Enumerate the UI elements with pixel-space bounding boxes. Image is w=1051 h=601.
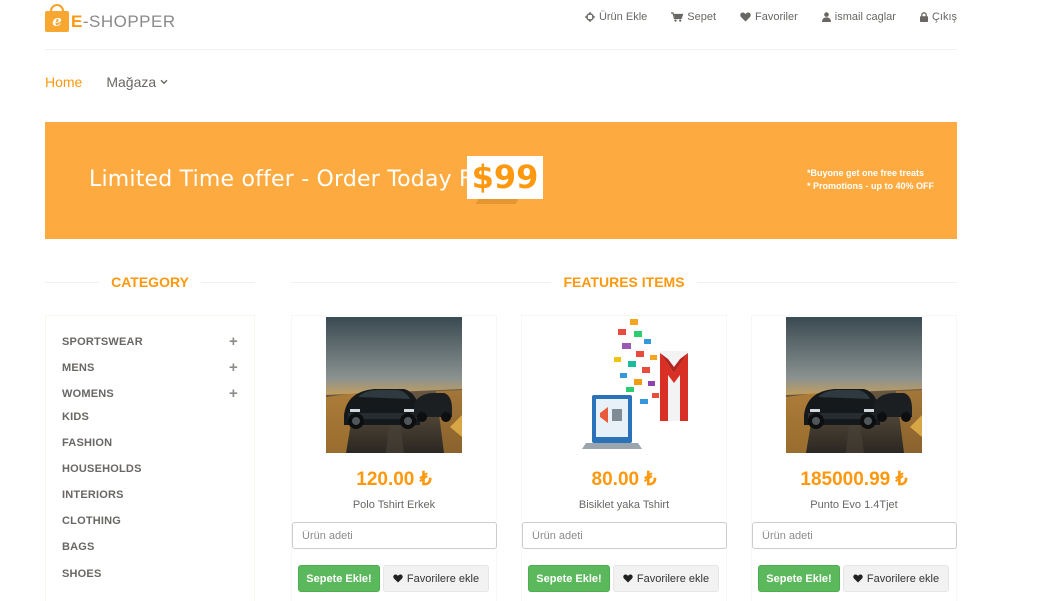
banner-note-2: * Promotions - up to 40% OFF xyxy=(807,181,935,191)
product-image-gmail[interactable] xyxy=(556,317,692,453)
plus-icon[interactable]: + xyxy=(229,385,238,402)
features-heading: FEATURES ITEMS xyxy=(291,272,958,292)
nav-shop-dropdown[interactable]: Mağaza xyxy=(106,74,168,90)
main-nav: Home Mağaza xyxy=(45,74,168,90)
menu-add-product[interactable]: Ürün Ekle xyxy=(584,11,648,23)
banner-price-tag: $99 xyxy=(467,156,543,199)
product-image-car[interactable] xyxy=(786,317,922,453)
menu-cart[interactable]: Sepet xyxy=(671,11,716,23)
category-item-mens[interactable]: MENS + xyxy=(62,359,238,376)
add-to-cart-button[interactable]: Sepete Ekle! xyxy=(528,565,610,592)
category-item-kids[interactable]: KIDS xyxy=(62,411,238,423)
product-price: 120.00 ₺ xyxy=(356,469,432,490)
favorites-label: Favorilere ekle xyxy=(866,572,940,585)
heart-icon xyxy=(740,12,751,22)
nav-shop-label: Mağaza xyxy=(106,74,157,90)
product-image-car[interactable] xyxy=(326,317,462,453)
header-top: e E-SHOPPER Ürün Ekle Sepet Favoriler is… xyxy=(45,0,957,50)
product-card: 120.00 ₺ Polo Tshirt Erkek Sepete Ekle! … xyxy=(291,315,497,601)
menu-logout[interactable]: Çıkış xyxy=(919,11,957,23)
category-label: HOUSEHOLDS xyxy=(62,463,142,475)
menu-favorites[interactable]: Favoriler xyxy=(740,11,798,23)
category-item-households[interactable]: HOUSEHOLDS xyxy=(62,463,238,475)
category-item-womens[interactable]: WOMENS + xyxy=(62,385,238,402)
product-price: 185000.99 ₺ xyxy=(800,469,908,490)
favorites-label: Favorilere ekle xyxy=(406,572,480,585)
favorites-label: Favorilere ekle xyxy=(636,572,710,585)
category-item-shoes[interactable]: SHOES xyxy=(62,568,238,580)
product-price: 80.00 ₺ xyxy=(591,469,657,490)
category-list: SPORTSWEAR + MENS + WOMENS + KIDS FASHION H… xyxy=(45,315,255,601)
nav-home[interactable]: Home xyxy=(45,74,82,90)
category-label: FASHION xyxy=(62,437,113,449)
category-item-bags[interactable]: BAGS xyxy=(62,541,238,553)
add-to-favorites-button[interactable]: Favorilere ekle xyxy=(613,565,719,592)
category-label: MENS xyxy=(62,361,95,374)
category-heading: CATEGORY xyxy=(45,272,255,292)
heart-icon xyxy=(393,574,403,583)
category-item-clothing[interactable]: CLOTHING xyxy=(62,515,238,527)
lock-icon xyxy=(919,12,928,22)
menu-favorites-label: Favoriler xyxy=(755,11,798,23)
add-to-favorites-button[interactable]: Favorilere ekle xyxy=(843,565,949,592)
category-label: KIDS xyxy=(62,411,90,423)
category-label: INTERIORS xyxy=(62,489,124,501)
shop-menu: Ürün Ekle Sepet Favoriler ismail caglar … xyxy=(561,11,957,23)
quantity-input[interactable] xyxy=(522,522,727,549)
category-item-interiors[interactable]: INTERIORS xyxy=(62,489,238,501)
product-card: 185000.99 ₺ Punto Evo 1.4Tjet Sepete Ekl… xyxy=(751,315,957,601)
crosshair-icon xyxy=(584,12,595,22)
product-card: 80.00 ₺ Bisiklet yaka Tshirt Sepete Ekle… xyxy=(521,315,727,601)
category-title: CATEGORY xyxy=(111,274,189,290)
banner-text: Limited Time offer - Order Today For xyxy=(89,167,495,192)
category-label: CLOTHING xyxy=(62,515,122,527)
shopping-bag-icon: e xyxy=(45,4,69,32)
heart-icon xyxy=(853,574,863,583)
user-icon xyxy=(821,12,831,22)
menu-user-label: ismail caglar xyxy=(834,11,896,23)
plus-icon[interactable]: + xyxy=(229,359,238,376)
add-to-favorites-button[interactable]: Favorilere ekle xyxy=(383,565,489,592)
category-label: BAGS xyxy=(62,541,95,553)
category-item-sportswear[interactable]: SPORTSWEAR + xyxy=(62,333,238,350)
category-label: SPORTSWEAR xyxy=(62,335,143,348)
add-to-cart-button[interactable]: Sepete Ekle! xyxy=(758,565,840,592)
product-name[interactable]: Bisiklet yaka Tshirt xyxy=(522,499,726,511)
menu-add-product-label: Ürün Ekle xyxy=(598,11,648,23)
product-name[interactable]: Polo Tshirt Erkek xyxy=(292,499,496,511)
plus-icon[interactable]: + xyxy=(229,333,238,350)
heart-icon xyxy=(623,574,633,583)
category-label: WOMENS xyxy=(62,387,114,400)
menu-logout-label: Çıkış xyxy=(931,11,957,23)
menu-user[interactable]: ismail caglar xyxy=(821,11,896,23)
menu-cart-label: Sepet xyxy=(687,11,716,23)
add-to-cart-button[interactable]: Sepete Ekle! xyxy=(298,565,380,592)
quantity-input[interactable] xyxy=(292,522,497,549)
chevron-down-icon xyxy=(160,79,168,85)
banner-notes: *Buyone get one free treats * Promotions… xyxy=(807,167,934,193)
quantity-input[interactable] xyxy=(752,522,957,549)
logo-text: E-SHOPPER xyxy=(71,12,176,31)
cart-icon xyxy=(671,12,684,22)
category-label: SHOES xyxy=(62,568,102,580)
product-name[interactable]: Punto Evo 1.4Tjet xyxy=(752,499,956,511)
banner-note-1: *Buyone get one free treats xyxy=(807,168,925,178)
logo[interactable]: e E-SHOPPER xyxy=(45,4,176,32)
category-item-fashion[interactable]: FASHION xyxy=(62,437,238,449)
features-title: FEATURES ITEMS xyxy=(563,274,685,290)
promo-banner[interactable]: Limited Time offer - Order Today For $99… xyxy=(45,122,957,239)
